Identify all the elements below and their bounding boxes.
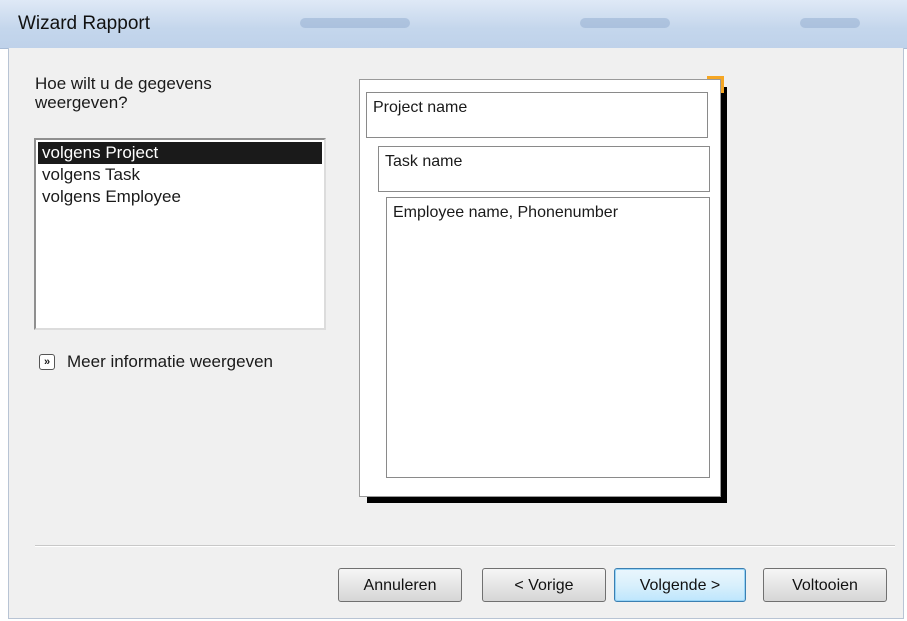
finish-button[interactable]: Voltooien [763, 568, 887, 602]
background-blur [800, 18, 860, 28]
background-blur [580, 18, 670, 28]
double-chevron-right-icon[interactable]: » [39, 354, 55, 370]
wizard-dialog: Hoe wilt u de gegevens weergeven? volgen… [8, 48, 904, 619]
view-listbox[interactable]: volgens Project volgens Task volgens Emp… [34, 138, 326, 330]
preview-group-project: Project name [366, 92, 708, 138]
list-item-task[interactable]: volgens Task [38, 164, 324, 186]
cancel-button[interactable]: Annuleren [338, 568, 462, 602]
corner-marker [707, 76, 724, 93]
view-question: Hoe wilt u de gegevens weergeven? [35, 74, 212, 112]
title-bar: Wizard Rapport [0, 0, 907, 49]
more-info-link[interactable]: » Meer informatie weergeven [39, 351, 273, 373]
preview-group-task: Task name [378, 146, 710, 192]
more-info-label[interactable]: Meer informatie weergeven [67, 352, 273, 372]
list-item-employee[interactable]: volgens Employee [38, 186, 324, 208]
list-item-project[interactable]: volgens Project [38, 142, 322, 164]
background-blur [300, 18, 410, 28]
divider [35, 545, 895, 547]
preview-detail: Employee name, Phonenumber [386, 197, 710, 478]
report-preview: Project name Task name Employee name, Ph… [359, 76, 724, 497]
previous-button[interactable]: < Vorige [482, 568, 606, 602]
window-title: Wizard Rapport [18, 13, 150, 34]
next-button[interactable]: Volgende > [614, 568, 746, 602]
